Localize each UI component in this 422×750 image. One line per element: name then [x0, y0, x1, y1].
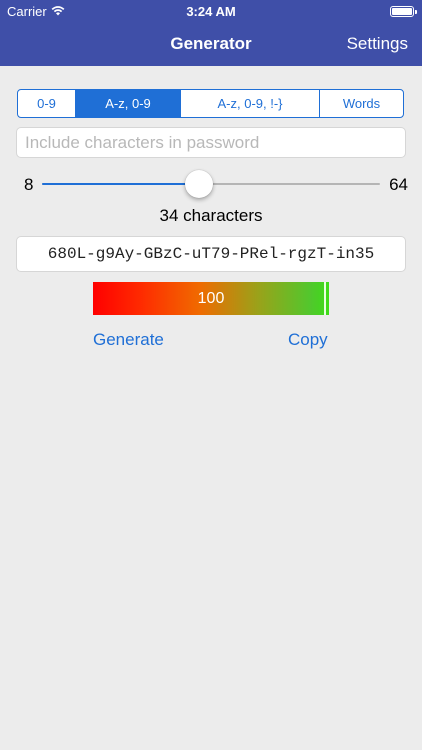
slider-fill — [42, 183, 199, 185]
battery-icon — [390, 6, 417, 17]
segment-digits[interactable]: 0-9 — [18, 90, 76, 117]
segment-words[interactable]: Words — [320, 90, 403, 117]
status-time: 3:24 AM — [186, 4, 236, 19]
segment-alphanumeric[interactable]: A-z, 0-9 — [76, 90, 181, 117]
generate-button[interactable]: Generate — [93, 330, 164, 350]
strength-score: 100 — [197, 290, 225, 307]
navigation-bar: Generator Settings — [0, 22, 422, 66]
password-length-label: 34 characters — [159, 206, 263, 225]
slider-thumb[interactable] — [184, 170, 213, 198]
length-slider[interactable] — [42, 170, 380, 198]
slider-max-label: 64 — [389, 175, 408, 194]
segment-alphanumeric-symbols[interactable]: A-z, 0-9, !-} — [181, 90, 320, 117]
slider-min-label: 8 — [24, 175, 34, 194]
generated-password[interactable]: 680L-g9Ay-GBzC-uT79-PRel-rgzT-in35 — [16, 236, 406, 272]
strength-meter: 100 — [93, 282, 329, 315]
include-characters-input[interactable] — [16, 127, 406, 158]
status-bar: Carrier 3:24 AM — [0, 0, 422, 22]
settings-button[interactable]: Settings — [347, 34, 408, 54]
copy-button[interactable]: Copy — [288, 330, 328, 350]
charset-segmented-control: 0-9 A-z, 0-9 A-z, 0-9, !-} Words — [17, 89, 404, 118]
